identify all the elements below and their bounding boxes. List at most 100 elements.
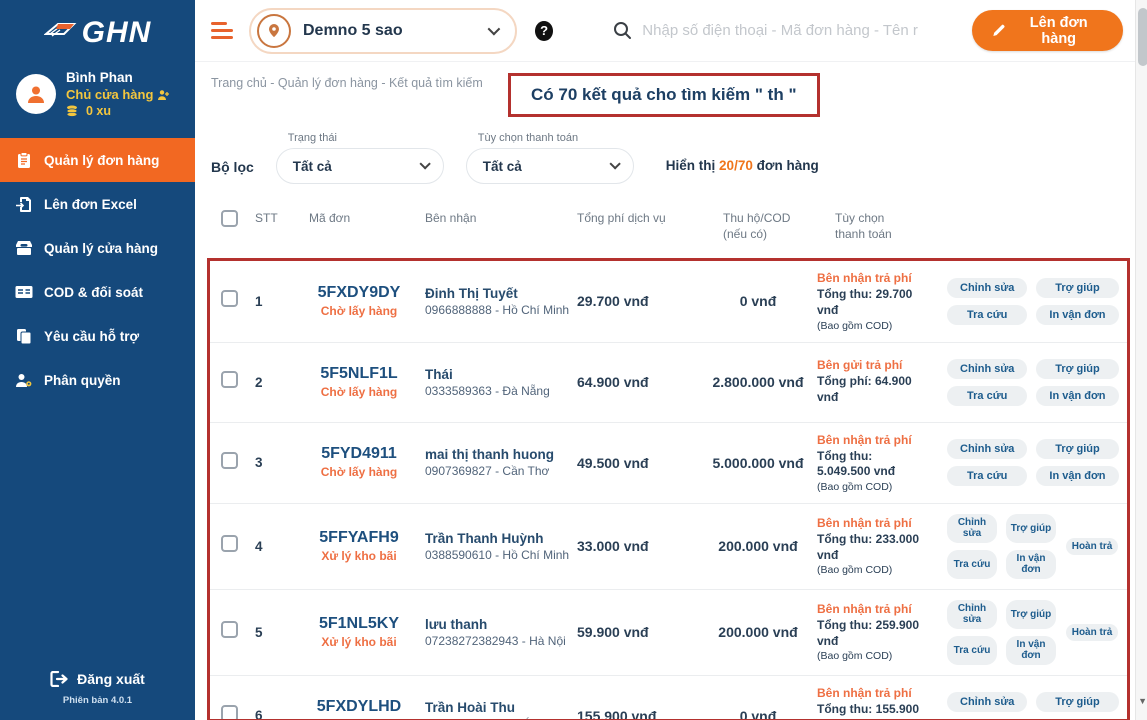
action-button[interactable]: In vận đơn: [1006, 636, 1056, 665]
row-checkbox[interactable]: [221, 535, 238, 552]
select-all-checkbox[interactable]: [221, 210, 238, 227]
cod-card-icon: [14, 285, 33, 299]
cod-amount: 0 vnđ: [699, 708, 817, 720]
row-checkbox[interactable]: [221, 371, 238, 388]
action-button[interactable]: Hoàn trả: [1066, 538, 1118, 556]
row-checkbox[interactable]: [221, 621, 238, 638]
order-code-link[interactable]: 5FYD4911: [293, 445, 425, 463]
row-index: 4: [255, 539, 293, 554]
status-filter-label: Trạng thái: [276, 132, 444, 144]
order-code-link[interactable]: 5F1NL5KY: [293, 615, 425, 633]
coin-icon: [66, 105, 81, 118]
excel-export-icon: [14, 196, 33, 213]
order-code-link[interactable]: 5F5NLF1L: [293, 365, 425, 383]
action-button[interactable]: Tra cứu: [947, 550, 997, 579]
person-icon: [24, 82, 48, 106]
service-fee: 33.000 vnđ: [577, 538, 699, 554]
order-code-link[interactable]: 5FXDY9DY: [293, 284, 425, 302]
payment-note: (Bao gồm COD): [817, 564, 947, 576]
receiver-phone-city: 0966888888 - Hồ Chí Minh: [425, 303, 577, 317]
order-code-cell: 5FFYAFH9Xử lý kho bãi: [293, 529, 425, 564]
help-icon[interactable]: ?: [535, 21, 553, 41]
sidebar-item-phan-quyen[interactable]: Phân quyền: [0, 358, 195, 402]
row-checkbox[interactable]: [221, 705, 238, 720]
payment-option-cell: Bên gửi trả phíTổng phí: 64.900 vnđ: [817, 358, 947, 405]
scrollbar-thumb[interactable]: [1138, 8, 1147, 66]
store-selector-dropdown[interactable]: Demno 5 sao: [249, 8, 517, 54]
sidebar-item-label: Yêu cầu hỗ trợ: [44, 329, 139, 344]
logout-button[interactable]: Đăng xuất: [0, 671, 195, 695]
chevron-down-icon: [488, 23, 501, 36]
action-button[interactable]: Chỉnh sửa: [947, 359, 1027, 379]
action-button[interactable]: Chỉnh sửa: [947, 600, 997, 629]
action-button[interactable]: Hoàn trả: [1066, 624, 1118, 642]
sidebar-menu: Quản lý đơn hàng Lên đơn Excel Quản lý c…: [0, 138, 195, 402]
store-selector-value: Demno 5 sao: [303, 22, 476, 40]
action-button[interactable]: In vận đơn: [1036, 386, 1118, 406]
action-button[interactable]: In vận đơn: [1036, 305, 1118, 325]
payment-total: Tổng thu: 259.900 vnđ: [817, 618, 929, 649]
chevron-down-icon: [419, 158, 430, 169]
sidebar-item-label: Quản lý đơn hàng: [44, 153, 159, 168]
cod-amount: 2.800.000 vnđ: [699, 374, 817, 390]
service-fee: 59.900 vnđ: [577, 624, 699, 640]
payment-total: Tổng thu: 155.900 vnđ: [817, 702, 929, 720]
action-button[interactable]: Trợ giúp: [1036, 439, 1118, 459]
row-index: 5: [255, 625, 293, 640]
scrollbar-down-arrow-icon[interactable]: ▼: [1136, 696, 1147, 706]
payment-filter-value: Tất cả: [483, 159, 522, 174]
search-input[interactable]: [642, 22, 972, 39]
order-status: Chờ lấy hàng: [293, 385, 425, 400]
status-filter-select[interactable]: Tất cả: [276, 148, 444, 184]
column-header-stt: STT: [255, 210, 293, 226]
payment-type: Bên nhận trả phí: [817, 686, 947, 701]
sidebar-item-yeu-cau-ho-tro[interactable]: Yêu cầu hỗ trợ: [0, 314, 195, 358]
table-row: 65FXDYLHDHoàn hàng thành côngTrần Hoài T…: [210, 676, 1127, 720]
action-button[interactable]: Chỉnh sửa: [947, 514, 997, 543]
scrollbar[interactable]: ▼: [1135, 0, 1147, 720]
row-actions: Chỉnh sửa Trợ giúp Tra cứu In vận đơn: [947, 439, 1127, 486]
payment-type: Bên nhận trả phí: [817, 602, 947, 617]
column-header-ma-don: Mã đơn: [293, 210, 425, 226]
create-order-button[interactable]: Lên đơn hàng: [972, 10, 1122, 51]
payment-total: Tổng thu: 29.700 vnđ: [817, 287, 929, 318]
action-button[interactable]: Chỉnh sửa: [947, 278, 1027, 298]
action-button[interactable]: In vận đơn: [1006, 550, 1056, 579]
row-index: 1: [255, 294, 293, 309]
payment-filter-label: Tùy chọn thanh toán: [466, 132, 634, 144]
action-button[interactable]: Trợ giúp: [1036, 278, 1118, 298]
action-button[interactable]: Trợ giúp: [1036, 692, 1118, 712]
action-button[interactable]: Chỉnh sửa: [947, 439, 1027, 459]
action-button[interactable]: Tra cứu: [947, 636, 997, 665]
sidebar-item-quan-ly-cua-hang[interactable]: Quản lý cửa hàng: [0, 226, 195, 270]
receiver-name: Trần Hoài Thu: [425, 700, 577, 715]
order-code-link[interactable]: 5FXDYLHD: [293, 698, 425, 716]
sidebar-item-len-don-excel[interactable]: Lên đơn Excel: [0, 182, 195, 226]
row-checkbox[interactable]: [221, 452, 238, 469]
action-button[interactable]: Trợ giúp: [1006, 600, 1056, 629]
action-button[interactable]: Trợ giúp: [1036, 359, 1118, 379]
order-table-body: 15FXDY9DYChờ lấy hàngĐinh Thị Tuyết09668…: [207, 258, 1130, 720]
clipboard-icon: [14, 152, 33, 169]
order-code-link[interactable]: 5FFYAFH9: [293, 529, 425, 547]
row-actions: Chỉnh sửa Trợ giúp Tra cứu In vận đơn Hoàn t…: [947, 514, 1127, 579]
action-button[interactable]: Chỉnh sửa: [947, 692, 1027, 712]
hamburger-menu-icon[interactable]: [211, 22, 233, 39]
column-header-thu-ho: Thu hộ/COD (nếu có): [699, 210, 817, 242]
receiver-name: Thái: [425, 367, 577, 382]
action-button[interactable]: Trợ giúp: [1006, 514, 1056, 543]
action-button[interactable]: Tra cứu: [947, 466, 1027, 486]
row-checkbox[interactable]: [221, 290, 238, 307]
sidebar-item-quan-ly-don-hang[interactable]: Quản lý đơn hàng: [0, 138, 195, 182]
receiver-cell: Trần Thanh Huỳnh0388590610 - Hồ Chí Minh: [425, 531, 577, 562]
breadcrumb: Trang chủ - Quản lý đơn hàng - Kết quả t…: [211, 76, 483, 90]
avatar[interactable]: [16, 74, 56, 114]
payment-filter-select[interactable]: Tất cả: [466, 148, 634, 184]
action-button[interactable]: Tra cứu: [947, 386, 1027, 406]
row-actions: Chỉnh sửaTrợ giúpTra cứuIn vận đơn: [947, 692, 1127, 720]
payment-note: (Bao gồm COD): [817, 320, 947, 332]
action-button[interactable]: In vận đơn: [1036, 466, 1118, 486]
action-button[interactable]: Tra cứu: [947, 305, 1027, 325]
action-grid: Chỉnh sửa Trợ giúp Tra cứu In vận đơn: [947, 359, 1119, 406]
sidebar-item-cod-doi-soat[interactable]: COD & đối soát: [0, 270, 195, 314]
